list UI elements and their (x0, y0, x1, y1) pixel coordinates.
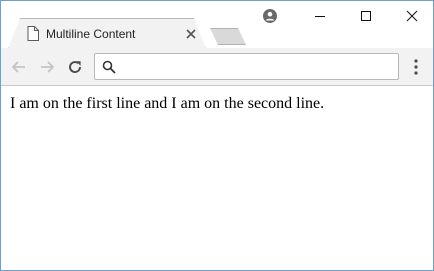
close-icon (406, 10, 418, 22)
minimize-button[interactable] (297, 1, 343, 31)
title-bar: Multiline Content (1, 1, 433, 49)
page-text: I am on the first line and I am on the s… (10, 95, 325, 112)
maximize-button[interactable] (343, 1, 389, 31)
maximize-icon (361, 11, 371, 21)
page-icon (27, 26, 39, 41)
profile-icon[interactable] (263, 9, 277, 23)
reload-icon[interactable] (66, 58, 84, 76)
page-content: I am on the first line and I am on the s… (1, 87, 433, 270)
tab-title: Multiline Content (46, 27, 136, 41)
browser-window: Multiline Content I am on the first line… (0, 0, 434, 271)
minimize-icon (315, 16, 325, 17)
address-input[interactable] (121, 57, 393, 76)
search-icon (102, 60, 116, 74)
kebab-menu-icon[interactable] (409, 58, 423, 76)
address-bar[interactable] (94, 53, 399, 80)
new-tab-icon[interactable] (210, 28, 246, 45)
close-window-button[interactable] (389, 1, 433, 31)
tab-close-icon[interactable] (183, 26, 199, 42)
back-arrow-icon[interactable] (10, 58, 28, 76)
browser-toolbar (1, 48, 433, 86)
forward-arrow-icon[interactable] (38, 58, 56, 76)
